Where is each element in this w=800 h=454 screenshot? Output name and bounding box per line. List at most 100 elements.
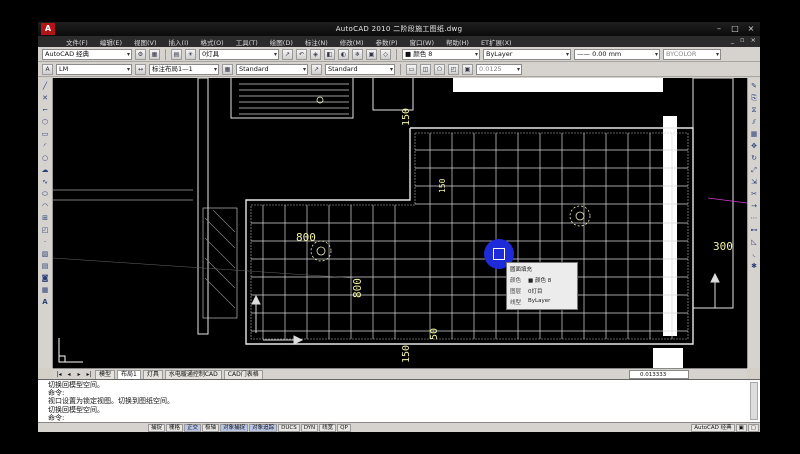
- menu-dimension[interactable]: 标注(N): [305, 37, 328, 47]
- polygon-icon[interactable]: ⬡: [40, 117, 50, 127]
- menu-help[interactable]: 帮助(H): [446, 37, 469, 47]
- gear-icon[interactable]: ⚙: [135, 48, 146, 60]
- tab-lights[interactable]: 灯具: [142, 369, 163, 379]
- menu-modify[interactable]: 修改(M): [340, 37, 364, 47]
- viewport-poly-icon[interactable]: ⬠: [434, 63, 445, 75]
- hatch-icon[interactable]: ▨: [40, 249, 50, 259]
- menu-file[interactable]: 文件(F): [66, 37, 88, 47]
- tab-door-table[interactable]: CAD门表格: [223, 369, 263, 379]
- qp-toggle[interactable]: QP: [337, 423, 351, 432]
- dyn-toggle[interactable]: DYN: [300, 423, 319, 432]
- extend-icon[interactable]: →: [749, 201, 759, 211]
- tab-layout1[interactable]: 布局1: [117, 369, 141, 379]
- menu-tools[interactable]: 工具(T): [236, 37, 258, 47]
- command-window[interactable]: 切换回模型空间。 命令: 视口设置为锁定视图。切换到图纸空间。 切换回模型空间。…: [38, 379, 760, 422]
- menu-insert[interactable]: 插入(I): [169, 37, 189, 47]
- viewport-scale-input[interactable]: 0.0125: [476, 63, 522, 75]
- lineweight-select[interactable]: —— 0.00 mm: [574, 48, 660, 60]
- ellipse-icon[interactable]: ⬭: [40, 189, 50, 199]
- move-icon[interactable]: ✥: [749, 141, 759, 151]
- plotstyle-select[interactable]: BYCOLOR: [663, 48, 721, 60]
- point-icon[interactable]: ·: [40, 237, 50, 247]
- ducs-toggle[interactable]: DUCS: [278, 423, 300, 432]
- line-icon[interactable]: ╱: [40, 81, 50, 91]
- menu-draw[interactable]: 绘图(D): [270, 37, 293, 47]
- layer-match-icon[interactable]: ◇: [380, 48, 391, 60]
- construction-line-icon[interactable]: ✕: [40, 93, 50, 103]
- multileader-style-select[interactable]: Standard: [325, 63, 395, 75]
- region-icon[interactable]: ◙: [40, 273, 50, 283]
- doc-restore-icon[interactable]: ▫: [740, 36, 744, 44]
- tab-next-icon[interactable]: ▸: [75, 371, 83, 378]
- minimize-icon[interactable]: –: [712, 23, 726, 34]
- doc-minimize-icon[interactable]: _: [731, 36, 734, 44]
- linetype-select[interactable]: ByLayer: [483, 48, 571, 60]
- table-icon[interactable]: ▦: [40, 285, 50, 295]
- dim-style-select[interactable]: 标注布局1—1: [149, 63, 219, 75]
- circle-icon[interactable]: ○: [40, 153, 50, 163]
- tab-last-icon[interactable]: ▸|: [85, 371, 93, 378]
- workspace-status[interactable]: AutoCAD 经典: [691, 423, 735, 432]
- insert-block-icon[interactable]: ⊞: [40, 213, 50, 223]
- grid-toggle[interactable]: 栅格: [166, 423, 184, 432]
- viewport-object-icon[interactable]: ◰: [448, 63, 459, 75]
- scale-icon[interactable]: ⤢: [749, 165, 759, 175]
- menu-express[interactable]: ET扩展(X): [481, 37, 512, 47]
- explode-icon[interactable]: ✱: [749, 261, 759, 271]
- make-block-icon[interactable]: ◰: [40, 225, 50, 235]
- mirror-icon[interactable]: ⧖: [749, 105, 759, 115]
- clean-screen-icon[interactable]: ▢: [747, 423, 759, 432]
- stretch-icon[interactable]: ⇲: [749, 177, 759, 187]
- menu-parametric[interactable]: 参数(P): [375, 37, 397, 47]
- tab-prev-icon[interactable]: ◂: [65, 371, 73, 378]
- break-icon[interactable]: ⋯: [749, 213, 759, 223]
- workspace-select[interactable]: AutoCAD 经典: [42, 48, 132, 60]
- table-style-select[interactable]: Standard: [236, 63, 308, 75]
- tab-hvac[interactable]: 水电暖通控制CAD: [164, 369, 222, 379]
- menu-window[interactable]: 窗口(W): [409, 37, 434, 47]
- table-style-icon[interactable]: ▦: [222, 63, 233, 75]
- mtext-icon[interactable]: A: [40, 297, 50, 307]
- layer-lock-icon[interactable]: ▣: [366, 48, 377, 60]
- ellipse-arc-icon[interactable]: ◠: [40, 201, 50, 211]
- lock-icon[interactable]: ▣: [735, 423, 747, 432]
- lineweight-toggle[interactable]: 线宽: [319, 423, 337, 432]
- maximize-icon[interactable]: □: [728, 23, 742, 34]
- drawing-canvas[interactable]: 800 800 150 150 150 50 300 圆面填充 颜色 ■ 颜色 …: [53, 78, 747, 368]
- command-scrollbar[interactable]: [750, 382, 758, 420]
- doc-close-icon[interactable]: ×: [751, 36, 756, 44]
- trim-icon[interactable]: ✂: [749, 189, 759, 199]
- layer-select[interactable]: 0灯具: [199, 48, 279, 60]
- polyline-icon[interactable]: ⌐: [40, 105, 50, 115]
- viewport-icon[interactable]: ▭: [406, 63, 417, 75]
- array-icon[interactable]: ▦: [749, 129, 759, 139]
- menu-view[interactable]: 视图(V): [134, 37, 157, 47]
- snap-toggle[interactable]: 捕捉: [148, 423, 166, 432]
- command-prompt[interactable]: 命令:: [48, 414, 760, 422]
- ortho-toggle[interactable]: 正交: [184, 423, 202, 432]
- layer-previous-icon[interactable]: ↶: [296, 48, 307, 60]
- offset-icon[interactable]: ⫽: [749, 117, 759, 127]
- erase-icon[interactable]: ✎: [749, 81, 759, 91]
- text-style-select[interactable]: LM: [56, 63, 132, 75]
- copy-icon[interactable]: ⎘: [749, 93, 759, 103]
- tab-first-icon[interactable]: |◂: [55, 371, 63, 378]
- viewport-clip-icon[interactable]: ◫: [420, 63, 431, 75]
- close-icon[interactable]: ×: [744, 23, 758, 34]
- arc-icon[interactable]: ◜: [40, 141, 50, 151]
- color-select[interactable]: ■ 颜色 8: [402, 48, 480, 60]
- multileader-style-icon[interactable]: ↗: [311, 63, 322, 75]
- tab-model[interactable]: 模型: [95, 369, 116, 379]
- workspace-icon[interactable]: ▦: [149, 48, 160, 60]
- layer-state-icon[interactable]: ☀: [185, 48, 196, 60]
- gradient-icon[interactable]: ▤: [40, 261, 50, 271]
- viewport-lock-icon[interactable]: ▣: [462, 63, 473, 75]
- layer-iso-icon[interactable]: ◧: [324, 48, 335, 60]
- fillet-icon[interactable]: ◟: [749, 249, 759, 259]
- menu-edit[interactable]: 编辑(E): [100, 37, 122, 47]
- menu-format[interactable]: 格式(O): [201, 37, 224, 47]
- spline-icon[interactable]: ∿: [40, 177, 50, 187]
- layer-off-icon[interactable]: ◐: [338, 48, 349, 60]
- polar-toggle[interactable]: 极轴: [202, 423, 220, 432]
- layer-walk-icon[interactable]: ◈: [310, 48, 321, 60]
